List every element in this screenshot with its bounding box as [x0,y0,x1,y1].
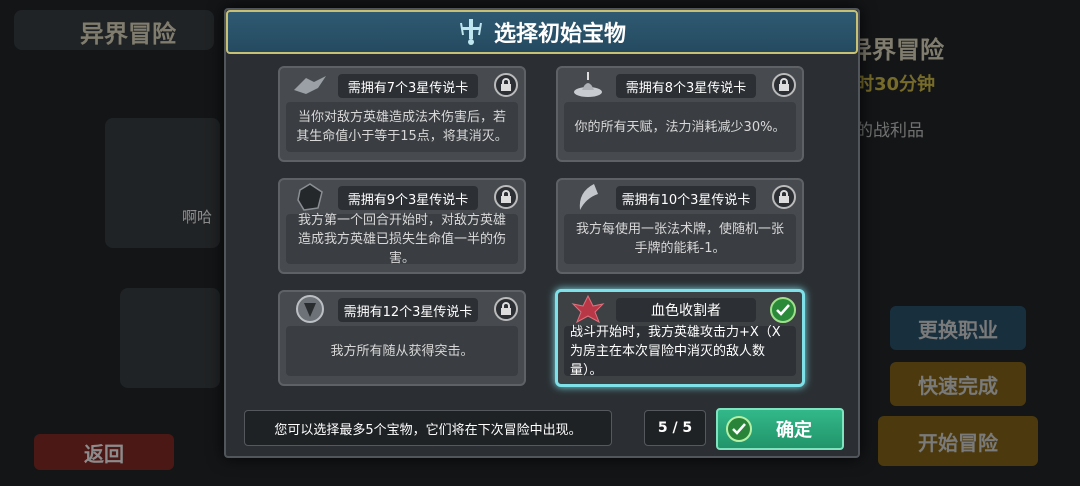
loot-label: 的战利品 [856,121,924,141]
quick-finish-label: 快速完成 [918,373,998,398]
player-card [105,118,220,248]
treasure-card-4[interactable]: 需拥有10个3星传说卡 我方每使用一张法术牌，使随机一张手牌的能耗-1。 [556,178,804,274]
back-label: 返回 [84,441,124,466]
treasure-select-dialog: 选择初始宝物 需拥有7个3星传说卡 当你对敌方英雄造成法术伤害后，若其生命值小于… [224,8,860,458]
treasure-card-6[interactable]: 血色收割者 战斗开始时，我方英雄攻击力+X（X为房主在本次冒险中消灭的敌人数量）… [555,289,805,387]
lock-icon [772,185,796,209]
left-title: 异界冒险 [80,20,176,48]
sword-emblem-icon [459,19,482,45]
timer-text: 时30分钟 [856,74,936,95]
dialog-header: 选择初始宝物 [226,10,858,54]
player-name: 啊哈 [182,208,213,226]
selected-check-icon [770,297,796,323]
change-class-label: 更换职业 [918,317,998,342]
treasure-description: 我方第一个回合开始时，对敌方英雄造成我方英雄已损失生命值一半的伤害。 [286,213,518,266]
lock-icon [772,73,796,97]
requirement-label: 需拥有10个3星传说卡 [616,186,756,210]
requirement-label: 需拥有9个3星传说卡 [338,186,478,210]
wing-icon [568,182,608,212]
treasure-card-1[interactable]: 需拥有7个3星传说卡 当你对敌方英雄造成法术伤害后，若其生命值小于等于15点，将… [278,66,526,162]
treasure-art-icon [290,70,330,100]
requirement-label: 需拥有12个3星传说卡 [338,298,478,322]
lock-icon [494,185,518,209]
change-class-button[interactable]: 更换职业 [890,306,1026,350]
treasure-description: 我方所有随从获得突击。 [286,326,518,376]
treasure-description: 你的所有天赋，法力消耗减少30%。 [564,102,796,152]
start-adventure-button[interactable]: 开始冒险 [878,416,1038,466]
requirement-label: 需拥有8个3星传说卡 [616,74,756,98]
lock-icon [494,73,518,97]
lock-icon [494,297,518,321]
lamp-icon [568,70,608,100]
check-icon [726,416,752,442]
treasure-name: 血色收割者 [616,298,756,322]
requirement-label: 需拥有7个3星传说卡 [338,74,478,98]
treasure-card-2[interactable]: 需拥有8个3星传说卡 你的所有天赋，法力消耗减少30%。 [556,66,804,162]
treasure-card-3[interactable]: 需拥有9个3星传说卡 我方第一个回合开始时，对敌方英雄造成我方英雄已损失生命值一… [278,178,526,274]
empty-slot[interactable] [120,288,220,388]
shield-emblem-icon [290,294,330,324]
treasure-description: 当你对敌方英雄造成法术伤害后，若其生命值小于等于15点，将其消灭。 [286,102,518,152]
selection-counter: 5 / 5 [644,410,706,446]
scroll-icon [290,182,330,212]
back-button[interactable]: 返回 [34,434,174,470]
treasure-card-5[interactable]: 需拥有12个3星传说卡 我方所有随从获得突击。 [278,290,526,386]
confirm-button[interactable]: 确定 [716,408,844,450]
selection-hint: 您可以选择最多5个宝物，它们将在下次冒险中出现。 [244,410,612,446]
quick-finish-button[interactable]: 快速完成 [890,362,1026,406]
treasure-description: 战斗开始时，我方英雄攻击力+X（X为房主在本次冒险中消灭的敌人数量）。 [564,325,796,378]
start-adventure-label: 开始冒险 [918,430,998,455]
blood-reaper-icon [568,294,608,324]
dialog-title: 选择初始宝物 [493,22,626,47]
confirm-label: 确定 [776,420,812,441]
treasure-description: 我方每使用一张法术牌，使随机一张手牌的能耗-1。 [564,214,796,264]
